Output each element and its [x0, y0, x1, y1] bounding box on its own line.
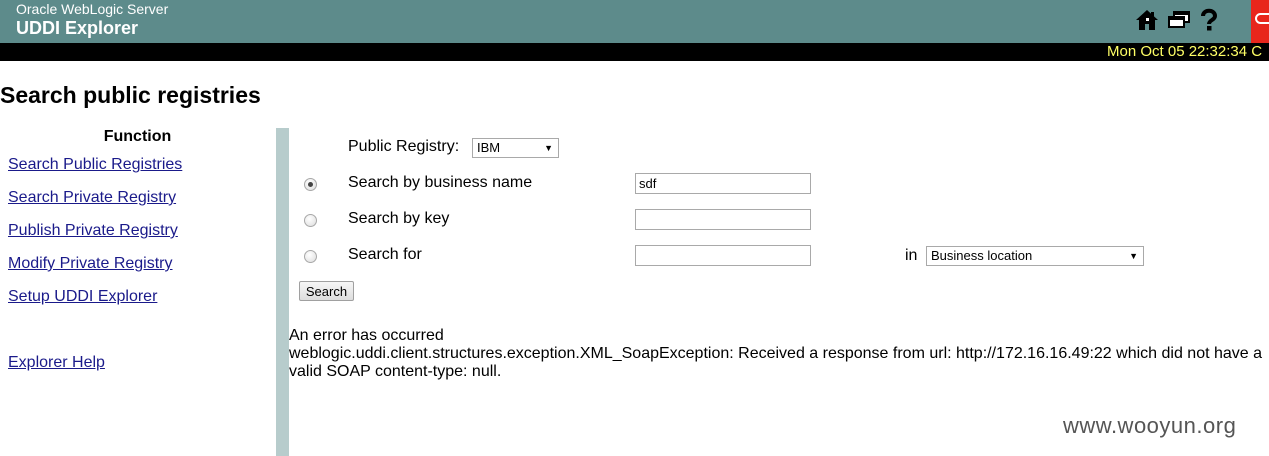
watermark: www.wooyun.org [1063, 413, 1237, 438]
key-input[interactable] [635, 209, 811, 230]
sidebar-link-setup-uddi-explorer[interactable]: Setup UDDI Explorer [8, 288, 157, 306]
dropdown-arrow-icon: ▼ [1129, 251, 1138, 261]
header-bar: Oracle WebLogic Server UDDI Explorer [0, 0, 1269, 43]
search-category-select-value: Business location [931, 248, 1033, 263]
help-icon[interactable] [1197, 7, 1221, 33]
search-for-input[interactable] [635, 245, 811, 266]
windows-icon[interactable] [1167, 7, 1191, 33]
sidebar-divider [276, 128, 289, 456]
error-message-block: An error has occurred weblogic.uddi.clie… [289, 327, 1269, 381]
sidebar-link-search-public-registries[interactable]: Search Public Registries [8, 156, 182, 174]
public-registry-label: Public Registry: [348, 138, 460, 155]
radio-search-by-business-name[interactable] [304, 178, 317, 191]
sidebar-link-modify-private-registry[interactable]: Modify Private Registry [8, 255, 173, 273]
in-label: in [905, 247, 918, 264]
public-registry-select-value: IBM [477, 140, 501, 155]
sidebar-link-publish-private-registry[interactable]: Publish Private Registry [8, 222, 178, 240]
home-icon[interactable] [1135, 7, 1159, 33]
sidebar-link-explorer-help[interactable]: Explorer Help [8, 354, 105, 372]
public-registry-select[interactable]: IBM ▼ [472, 138, 559, 158]
search-by-key-label: Search by key [348, 210, 450, 227]
radio-search-by-key[interactable] [304, 214, 317, 227]
sidebar-heading: Function [103, 128, 172, 145]
product-name: Oracle WebLogic Server [16, 1, 169, 17]
datetime-display: Mon Oct 05 22:32:34 C [1107, 43, 1263, 60]
app-title: UDDI Explorer [16, 18, 139, 38]
error-detail: weblogic.uddi.client.structures.exceptio… [289, 345, 1263, 380]
error-title: An error has occurred [289, 327, 444, 344]
business-name-input[interactable]: sdf [635, 173, 811, 194]
search-category-select[interactable]: Business location ▼ [926, 246, 1144, 266]
date-bar: Mon Oct 05 22:32:34 C [0, 43, 1269, 61]
search-for-label: Search for [348, 246, 422, 263]
oracle-logo [1251, 0, 1269, 43]
dropdown-arrow-icon: ▼ [544, 143, 553, 153]
sidebar-link-search-private-registry[interactable]: Search Private Registry [8, 189, 176, 207]
page-title: Search public registries [0, 82, 261, 108]
radio-selected-dot [308, 182, 313, 187]
radio-search-for[interactable] [304, 250, 317, 263]
search-by-business-name-label: Search by business name [348, 174, 533, 191]
search-button[interactable]: Search [299, 281, 354, 301]
